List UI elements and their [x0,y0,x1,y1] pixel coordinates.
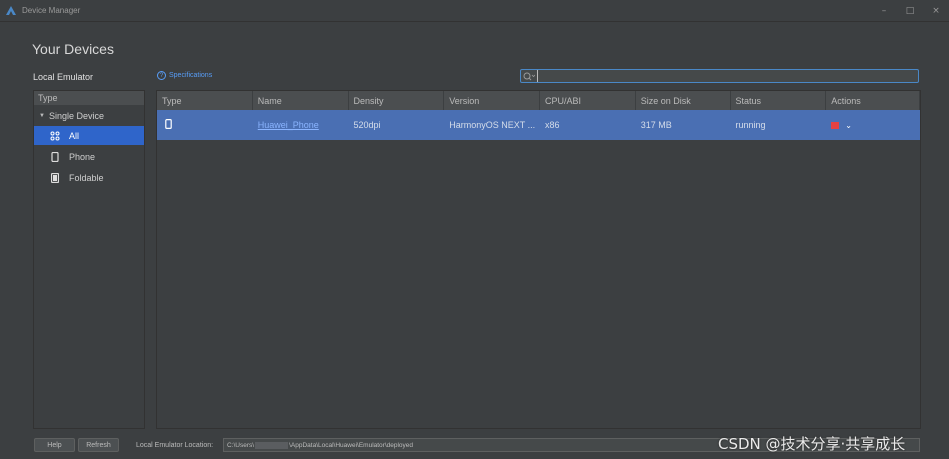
help-button[interactable]: Help [34,438,75,452]
row-type-cell [157,110,253,140]
grid-icon [49,130,61,142]
specifications-link[interactable]: ? Specifications [157,71,212,80]
location-suffix: \AppData\Local\Huawei\Emulator\deployed [289,441,414,449]
search-input[interactable] [537,70,918,82]
column-header-actions[interactable]: Actions [826,91,920,110]
row-density-cell: 520dpi [353,120,381,130]
tree-group-label: Single Device [48,111,104,121]
device-type-panel: Type ▼ Single Device All Phone Foldable [33,90,145,429]
row-actions-cell: ⌄ [826,110,920,140]
local-emulator-header: Local Emulator [33,72,94,82]
row-size-cell: 317 MB [640,120,672,130]
tree-item-phone[interactable]: Phone [34,147,144,166]
table-row[interactable]: Huawei_Phone 520dpi HarmonyOS NEXT ... x… [157,110,920,140]
device-table: Type Name Density Version CPU/ABI Size o… [156,90,921,429]
search-icon [523,71,537,81]
page-title: Your Devices [32,41,114,57]
row-cpu-abi-cell: x86 [545,120,560,130]
specifications-label: Specifications [169,72,213,79]
column-header-cpu-abi[interactable]: CPU/ABI [540,91,636,110]
search-box[interactable] [520,69,919,83]
stop-icon[interactable] [831,121,840,129]
window-title: Device Manager [22,6,81,15]
row-status-cell: running [735,120,766,130]
tree-group-single-device[interactable]: ▼ Single Device [34,108,144,124]
device-name-link[interactable]: Huawei_Phone [258,120,319,130]
column-header-name[interactable]: Name [253,91,349,110]
type-column-header: Type [34,91,144,105]
tree-item-all[interactable]: All [34,126,144,145]
device-manager-window: Device Manager – □ × Your Devices Local … [0,0,949,459]
phone-icon [49,151,61,163]
redacted-username [255,441,289,449]
tree-item-label: Phone [69,151,96,162]
watermark: CSDN @技术分享·共享成长 [718,435,906,453]
tree-item-label: Foldable [69,172,104,183]
minimize-button[interactable]: – [871,0,897,22]
maximize-button[interactable]: □ [897,0,923,22]
location-prefix: C:\Users\ [227,441,255,449]
column-header-type[interactable]: Type [157,91,253,110]
column-header-status[interactable]: Status [731,91,827,110]
column-header-size-on-disk[interactable]: Size on Disk [636,91,731,110]
emulator-location-label: Local Emulator Location: [136,442,214,449]
window-controls: – □ × [871,0,949,22]
column-header-version[interactable]: Version [444,91,540,110]
tree-item-foldable[interactable]: Foldable [34,168,144,187]
row-version-cell: HarmonyOS NEXT ... [449,120,536,130]
app-logo-icon [6,5,16,15]
expand-arrow-icon[interactable]: ▼ [39,113,45,119]
phone-icon [162,119,172,131]
tree-item-label: All [69,130,80,141]
row-name-cell: Huawei_Phone [253,110,349,140]
chevron-down-icon[interactable]: ⌄ [845,121,852,130]
table-header: Type Name Density Version CPU/ABI Size o… [157,91,920,110]
close-button[interactable]: × [923,0,949,22]
refresh-button[interactable]: Refresh [78,438,119,452]
column-header-density[interactable]: Density [349,91,445,110]
title-bar: Device Manager – □ × [0,0,949,22]
foldable-icon [49,172,61,184]
help-circle-icon: ? [157,71,166,80]
